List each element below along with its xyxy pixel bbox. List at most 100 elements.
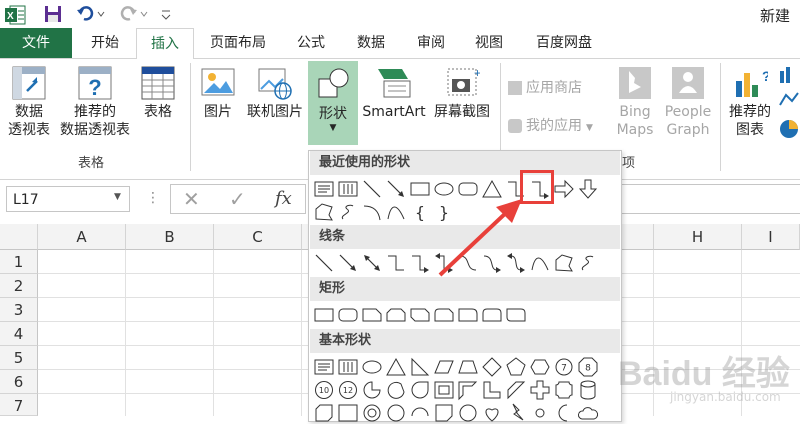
tab-home[interactable]: 开始 (80, 28, 130, 58)
decagon-icon[interactable]: 10 (313, 379, 335, 401)
shapes-button[interactable]: 形状 ▼ (308, 61, 358, 145)
curve-icon[interactable] (385, 201, 407, 223)
tab-view[interactable]: 视图 (464, 28, 514, 58)
donut-icon[interactable] (361, 402, 383, 424)
row-header-7[interactable]: 7 (0, 394, 38, 416)
undo-icon[interactable] (76, 5, 106, 23)
picture-button[interactable]: 图片 (198, 65, 238, 121)
heart-icon[interactable] (481, 402, 503, 424)
sun-icon[interactable] (529, 402, 551, 424)
rounded-rectangle-icon[interactable] (337, 304, 359, 326)
left-brace-icon[interactable]: { (409, 201, 431, 223)
trapezoid-icon[interactable] (457, 356, 479, 378)
column-header-h[interactable]: H (654, 224, 742, 250)
row-header-6[interactable]: 6 (0, 370, 38, 394)
row-header-2[interactable]: 2 (0, 274, 38, 298)
diamond-icon[interactable] (481, 356, 503, 378)
app-store-button[interactable]: 应用商店 (508, 77, 582, 97)
name-box[interactable]: L17 (6, 186, 130, 212)
hexagon-icon[interactable] (529, 356, 551, 378)
round-diagonal-rectangle-icon[interactable] (505, 304, 527, 326)
tab-insert[interactable]: 插入 (136, 28, 194, 60)
recommended-pivot-button[interactable]: ? 推荐的 数据透视表 (56, 65, 134, 139)
column-header-a[interactable]: A (38, 224, 126, 250)
column-header-b[interactable]: B (126, 224, 214, 250)
snip-diagonal-rectangle-icon[interactable] (409, 304, 431, 326)
tab-file[interactable]: 文件 (0, 28, 72, 58)
recommended-charts-button[interactable]: ? 推荐的 图表 (724, 65, 776, 139)
line-icon[interactable] (361, 178, 383, 200)
down-arrow-icon[interactable] (577, 178, 599, 200)
triangle-icon[interactable] (385, 356, 407, 378)
arrow-line-icon[interactable] (385, 178, 407, 200)
tab-review[interactable]: 审阅 (406, 28, 456, 58)
scribble-icon[interactable] (577, 252, 599, 274)
diagonal-stripe-icon[interactable] (505, 379, 527, 401)
teardrop-icon[interactable] (409, 379, 431, 401)
cloud-icon[interactable] (577, 402, 599, 424)
scribble-icon[interactable] (337, 201, 359, 223)
cube-icon[interactable] (313, 402, 335, 424)
enter-icon[interactable]: ✓ (229, 187, 246, 211)
select-all-corner[interactable] (0, 224, 38, 250)
customize-qat-icon[interactable] (160, 6, 172, 22)
row-header-1[interactable]: 1 (0, 250, 38, 274)
insert-function-icon[interactable]: fx (275, 188, 292, 209)
right-arrow-icon[interactable] (553, 178, 575, 200)
row-header-3[interactable]: 3 (0, 298, 38, 322)
chart-types-icons[interactable] (778, 65, 800, 145)
bevel-icon[interactable] (337, 402, 359, 424)
smartart-button[interactable]: SmartArt (360, 65, 428, 121)
round-same-side-rectangle-icon[interactable] (481, 304, 503, 326)
line-icon[interactable] (313, 252, 335, 274)
no-symbol-icon[interactable] (385, 402, 407, 424)
online-picture-button[interactable]: 联机图片 (242, 65, 308, 121)
heptagon-icon[interactable]: 7 (553, 356, 575, 378)
pentagon-icon[interactable] (505, 356, 527, 378)
snip-corner-rectangle-icon[interactable] (361, 304, 383, 326)
tab-data[interactable]: 数据 (346, 28, 396, 58)
smiley-face-icon[interactable] (457, 402, 479, 424)
snip-round-rectangle-icon[interactable] (433, 304, 455, 326)
screenshot-button[interactable]: + 屏幕截图 (430, 65, 494, 121)
l-shape-icon[interactable] (481, 379, 503, 401)
arrow-line-icon[interactable] (337, 252, 359, 274)
octagon-icon[interactable]: 8 (577, 356, 599, 378)
half-frame-icon[interactable] (457, 379, 479, 401)
freeform-shape-icon[interactable] (553, 252, 575, 274)
pie-icon[interactable] (361, 379, 383, 401)
plaque-icon[interactable] (553, 379, 575, 401)
double-arrow-line-icon[interactable] (361, 252, 383, 274)
tab-formulas[interactable]: 公式 (286, 28, 336, 58)
arc-icon[interactable] (361, 201, 383, 223)
can-icon[interactable] (577, 379, 599, 401)
lightning-bolt-icon[interactable] (505, 402, 527, 424)
block-arc-icon[interactable] (409, 402, 431, 424)
people-graph-button[interactable]: People Graph (662, 65, 714, 139)
elbow-arrow-connector-icon[interactable] (409, 252, 431, 274)
table-button[interactable]: 表格 (138, 65, 178, 121)
folded-corner-icon[interactable] (433, 402, 455, 424)
rectangle-icon[interactable] (313, 304, 335, 326)
row-header-5[interactable]: 5 (0, 346, 38, 370)
chord-icon[interactable] (385, 379, 407, 401)
my-apps-button[interactable]: 我的应用 ▼ (508, 115, 593, 135)
snip-same-side-rectangle-icon[interactable] (385, 304, 407, 326)
elbow-connector-icon[interactable] (385, 252, 407, 274)
column-header-c[interactable]: C (214, 224, 302, 250)
plus-icon[interactable] (529, 379, 551, 401)
pivot-table-button[interactable]: 数据 透视表 (4, 65, 54, 139)
oval-icon[interactable] (361, 356, 383, 378)
column-header-i[interactable]: I (742, 224, 800, 250)
round-single-corner-rectangle-icon[interactable] (457, 304, 479, 326)
freeform-shape-icon[interactable] (313, 201, 335, 223)
vertical-text-box-icon[interactable] (337, 178, 359, 200)
name-box-dropdown-icon[interactable]: ▼ (114, 192, 121, 202)
moon-icon[interactable] (553, 402, 575, 424)
vertical-text-box-icon[interactable] (337, 356, 359, 378)
parallelogram-icon[interactable] (433, 356, 455, 378)
tab-baidu-pan[interactable]: 百度网盘 (526, 28, 602, 58)
save-icon[interactable] (44, 5, 62, 23)
row-header-4[interactable]: 4 (0, 322, 38, 346)
redo-icon[interactable] (118, 5, 148, 23)
